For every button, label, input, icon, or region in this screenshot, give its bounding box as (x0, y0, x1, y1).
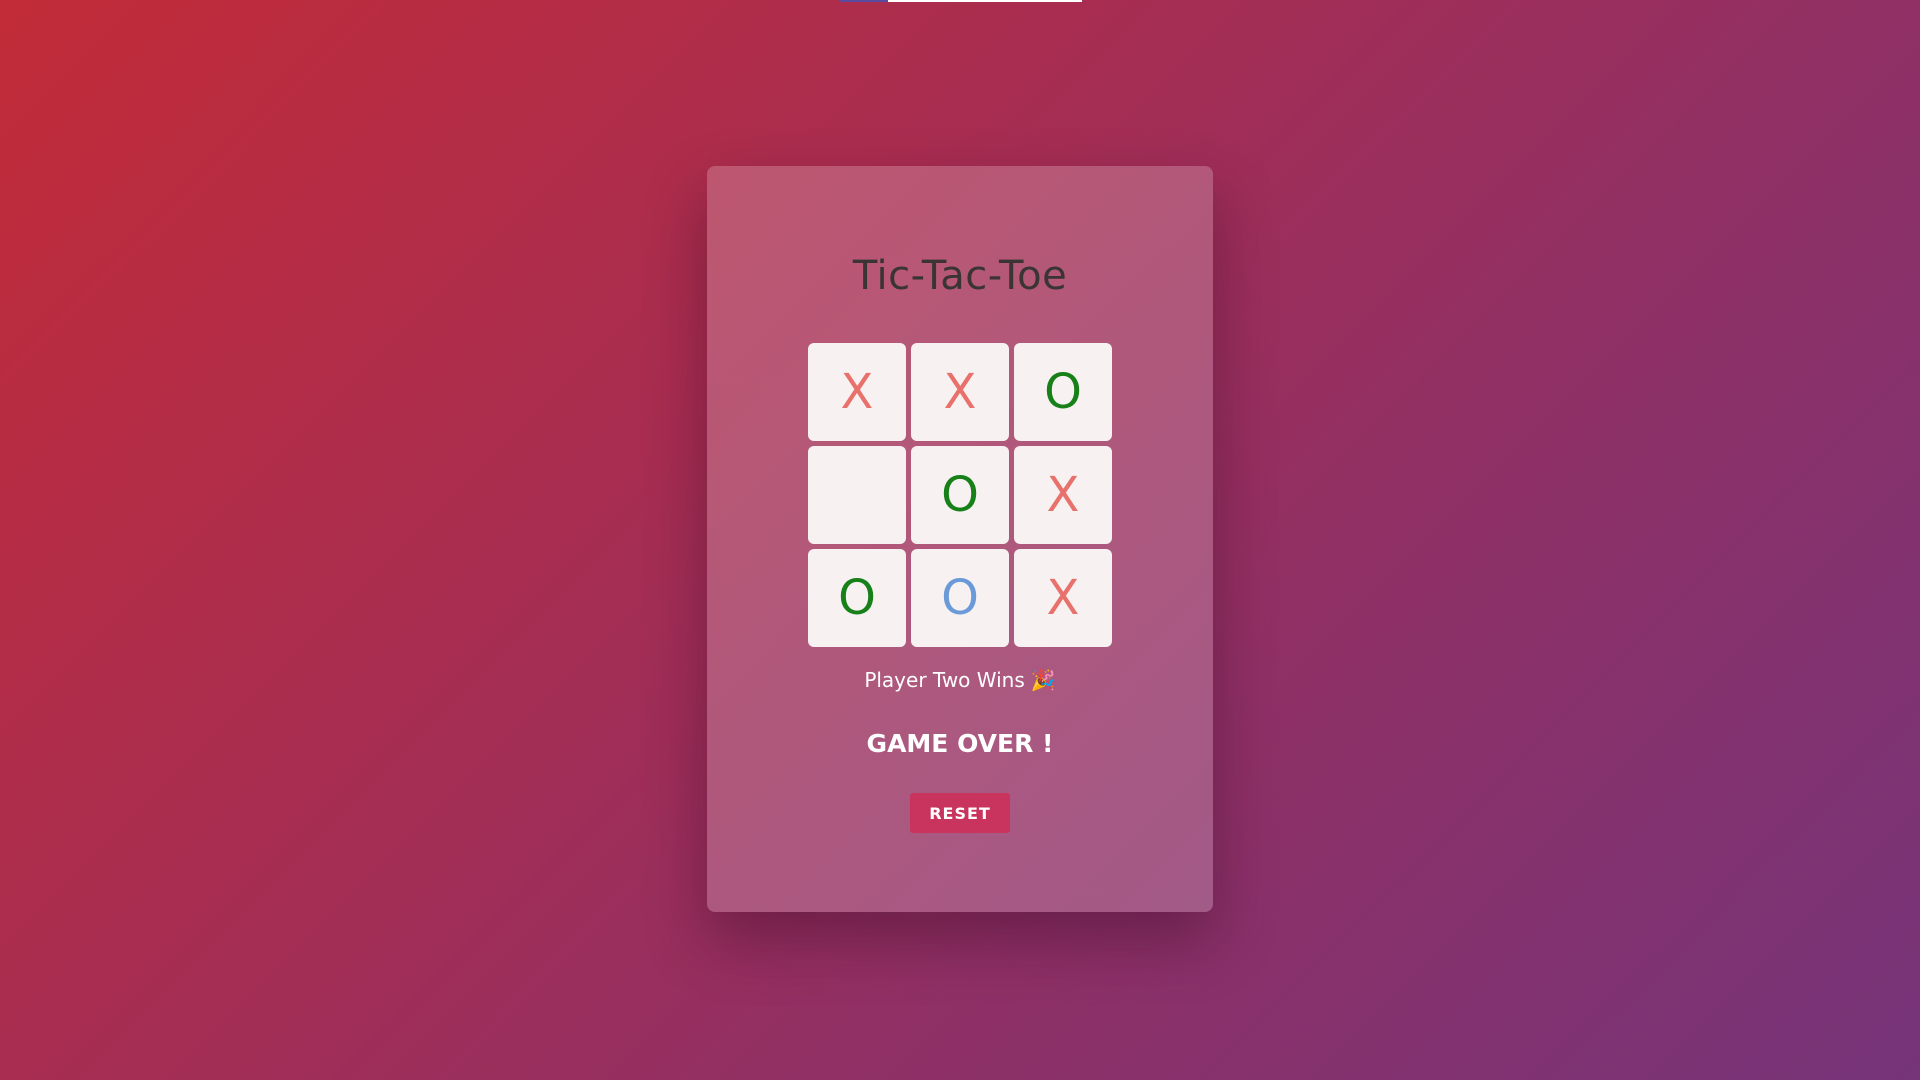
cell-mark: X (943, 364, 977, 420)
board-cell-2[interactable]: X (911, 343, 1009, 441)
board-cell-1[interactable]: X (808, 343, 906, 441)
cell-mark: O (941, 467, 979, 523)
game-title: Tic-Tac-Toe (852, 253, 1068, 299)
cell-mark: X (1046, 570, 1080, 626)
cell-mark: O (1044, 364, 1082, 420)
game-board: X X O O X O O X (808, 343, 1112, 647)
game-over-text: GAME OVER ! (866, 729, 1054, 758)
board-cell-9[interactable]: X (1014, 549, 1112, 647)
game-card: Tic-Tac-Toe X X O O X O O X Player Two W… (707, 166, 1213, 912)
cell-mark: X (840, 364, 874, 420)
party-popper-icon: 🎉 (1030, 668, 1056, 692)
winner-status: Player Two Wins 🎉 (707, 668, 1213, 692)
reset-button[interactable]: RESET (910, 793, 1010, 833)
board-cell-8[interactable]: O (911, 549, 1009, 647)
winner-status-text: Player Two Wins (864, 668, 1025, 692)
board-cell-5[interactable]: O (911, 446, 1009, 544)
board-cell-4[interactable] (808, 446, 906, 544)
board-cell-6[interactable]: X (1014, 446, 1112, 544)
top-progress-segment (840, 0, 888, 2)
cell-mark: X (1046, 467, 1080, 523)
cell-mark: O (941, 570, 979, 626)
board-cell-3[interactable]: O (1014, 343, 1112, 441)
cell-mark: O (838, 570, 876, 626)
top-progress-strip (840, 0, 1082, 2)
board-cell-7[interactable]: O (808, 549, 906, 647)
